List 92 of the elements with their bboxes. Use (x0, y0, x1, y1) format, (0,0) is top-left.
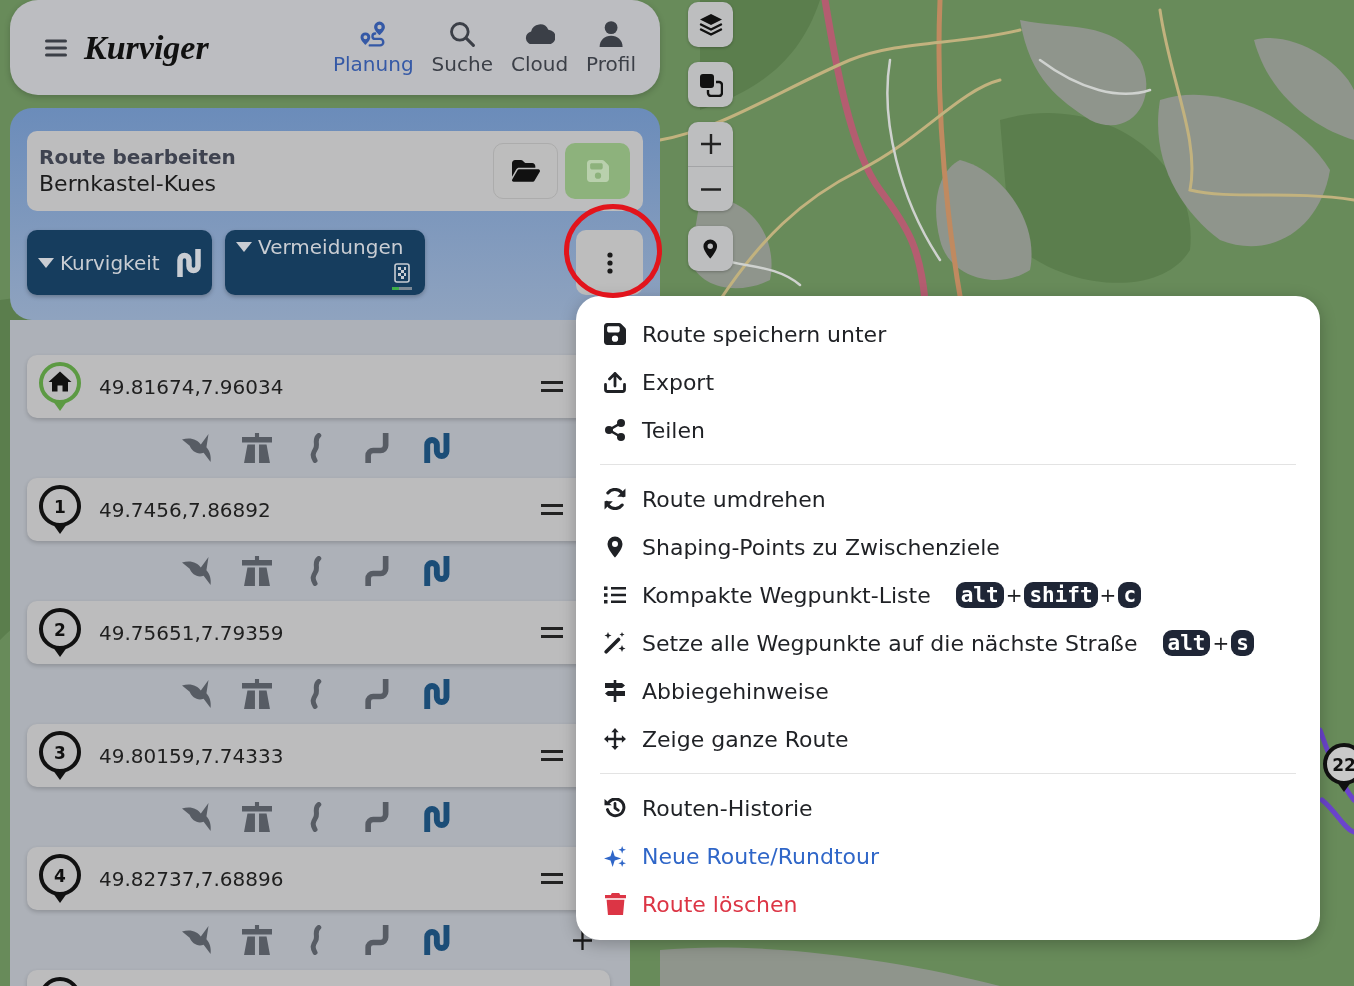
rotate-arrows-icon (604, 488, 626, 510)
nav-tab[interactable]: Suche (431, 19, 493, 76)
nav-tab[interactable]: Planung (333, 19, 414, 76)
curvy-road-icon[interactable] (424, 556, 450, 586)
map-pin-icon (607, 536, 623, 558)
nav-tab[interactable]: Profil (586, 19, 636, 76)
squares-icon (698, 72, 723, 97)
map-pin-icon (703, 238, 718, 259)
caret-icon (38, 257, 54, 268)
search-icon (449, 20, 476, 47)
menu-item[interactable]: Neue Route/Rundtour (600, 832, 1296, 880)
keyboard-shortcut: alt + s (1162, 630, 1254, 656)
overlay-button[interactable] (688, 62, 733, 107)
coordinates-text: 49.7456,7.86892 (99, 497, 271, 522)
menu-item[interactable]: Setze alle Wegpunkte auf die nächste Straße alt + s (600, 619, 1296, 667)
upload-icon (604, 371, 626, 393)
plus-icon[interactable] (573, 930, 592, 950)
caret-icon (236, 242, 252, 252)
more-button[interactable] (576, 230, 643, 295)
highway-icon[interactable] (242, 925, 272, 955)
bird-icon[interactable] (182, 926, 212, 954)
folder-icon (511, 160, 540, 182)
menu-item[interactable]: Export (600, 358, 1296, 406)
coordinates-text: 49.81674,7.96034 (99, 374, 284, 399)
share-icon (605, 419, 625, 441)
menu-item[interactable]: Zeige ganze Route (600, 715, 1296, 763)
highway-icon[interactable] (242, 802, 272, 832)
route-title: Route bearbeiten (39, 144, 236, 170)
menu-item[interactable]: Route umdrehen (600, 475, 1296, 523)
menu-item[interactable]: Teilen (600, 406, 1296, 454)
keyboard-shortcut: alt + shift + c (955, 582, 1142, 608)
vertical-dots-icon (606, 251, 613, 274)
menu-item[interactable]: Abbiegehinweise (600, 667, 1296, 715)
logo: Kurviger (84, 27, 209, 68)
menu-item[interactable]: Kompakte Wegpunkt-Liste alt + shift + c (600, 571, 1296, 619)
menu-item[interactable]: Shaping-Points zu Zwischenziele (600, 523, 1296, 571)
plus-icon (700, 134, 721, 154)
nav-tab[interactable]: Cloud (510, 19, 569, 76)
coordinates-text: 49.82737,7.68896 (99, 866, 284, 891)
layers-icon (698, 13, 723, 36)
curvy-road-icon[interactable] (424, 802, 450, 832)
four-way-arrows-icon (604, 728, 626, 750)
highway-icon[interactable] (242, 433, 272, 463)
list-icon (604, 586, 626, 604)
signpost-icon (605, 680, 625, 702)
bird-icon[interactable] (182, 803, 212, 831)
curviness-button[interactable]: Kurvigkeit (27, 230, 212, 295)
drag-handle-icon[interactable] (541, 381, 563, 392)
highway-icon[interactable] (242, 679, 272, 709)
curvy-road-icon (177, 248, 201, 277)
magic-wand-icon (604, 632, 626, 654)
minus-icon (700, 187, 721, 191)
menu-item[interactable]: Route speichern unter (600, 310, 1296, 358)
curvy-road-icon[interactable] (424, 433, 450, 463)
curve-road-icon[interactable] (365, 679, 389, 709)
menu-icon[interactable] (45, 38, 67, 57)
drag-handle-icon[interactable] (541, 873, 563, 884)
wavy-road-icon[interactable] (310, 556, 324, 586)
home-marker-icon (38, 361, 82, 412)
drag-handle-icon[interactable] (541, 750, 563, 761)
curve-road-icon[interactable] (365, 556, 389, 586)
layers-button[interactable] (688, 2, 733, 47)
curve-road-icon[interactable] (365, 925, 389, 955)
trash-icon (604, 893, 626, 915)
bird-icon[interactable] (182, 557, 212, 585)
route-name: Bernkastel-Kues (39, 170, 217, 198)
highway-icon[interactable] (242, 556, 272, 586)
wavy-road-icon[interactable] (310, 925, 324, 955)
locate-button[interactable] (688, 226, 733, 271)
menu-item[interactable]: Route löschen (600, 880, 1296, 928)
sparkles-icon (604, 845, 626, 867)
avoidances-button[interactable]: Vermeidungen (225, 230, 425, 295)
grid-device-icon (394, 263, 410, 283)
bird-icon[interactable] (182, 680, 212, 708)
coordinates-text: 49.80159,7.74333 (99, 743, 284, 768)
coordinates-text: 49.75651,7.79359 (99, 620, 284, 645)
person-icon (598, 20, 624, 47)
curve-road-icon[interactable] (365, 433, 389, 463)
drag-handle-icon[interactable] (541, 504, 563, 515)
curve-road-icon[interactable] (365, 802, 389, 832)
route-pins-icon (360, 20, 387, 47)
menu-item[interactable]: Routen-Historie (600, 784, 1296, 832)
curvy-road-icon[interactable] (424, 679, 450, 709)
cloud-icon (524, 22, 555, 45)
curvy-road-icon[interactable] (424, 925, 450, 955)
bird-icon[interactable] (182, 434, 212, 462)
history-icon (604, 797, 626, 819)
wavy-road-icon[interactable] (310, 679, 324, 709)
wavy-road-icon[interactable] (310, 433, 324, 463)
wavy-road-icon[interactable] (310, 802, 324, 832)
drag-handle-icon[interactable] (541, 627, 563, 638)
open-button[interactable] (493, 143, 558, 199)
